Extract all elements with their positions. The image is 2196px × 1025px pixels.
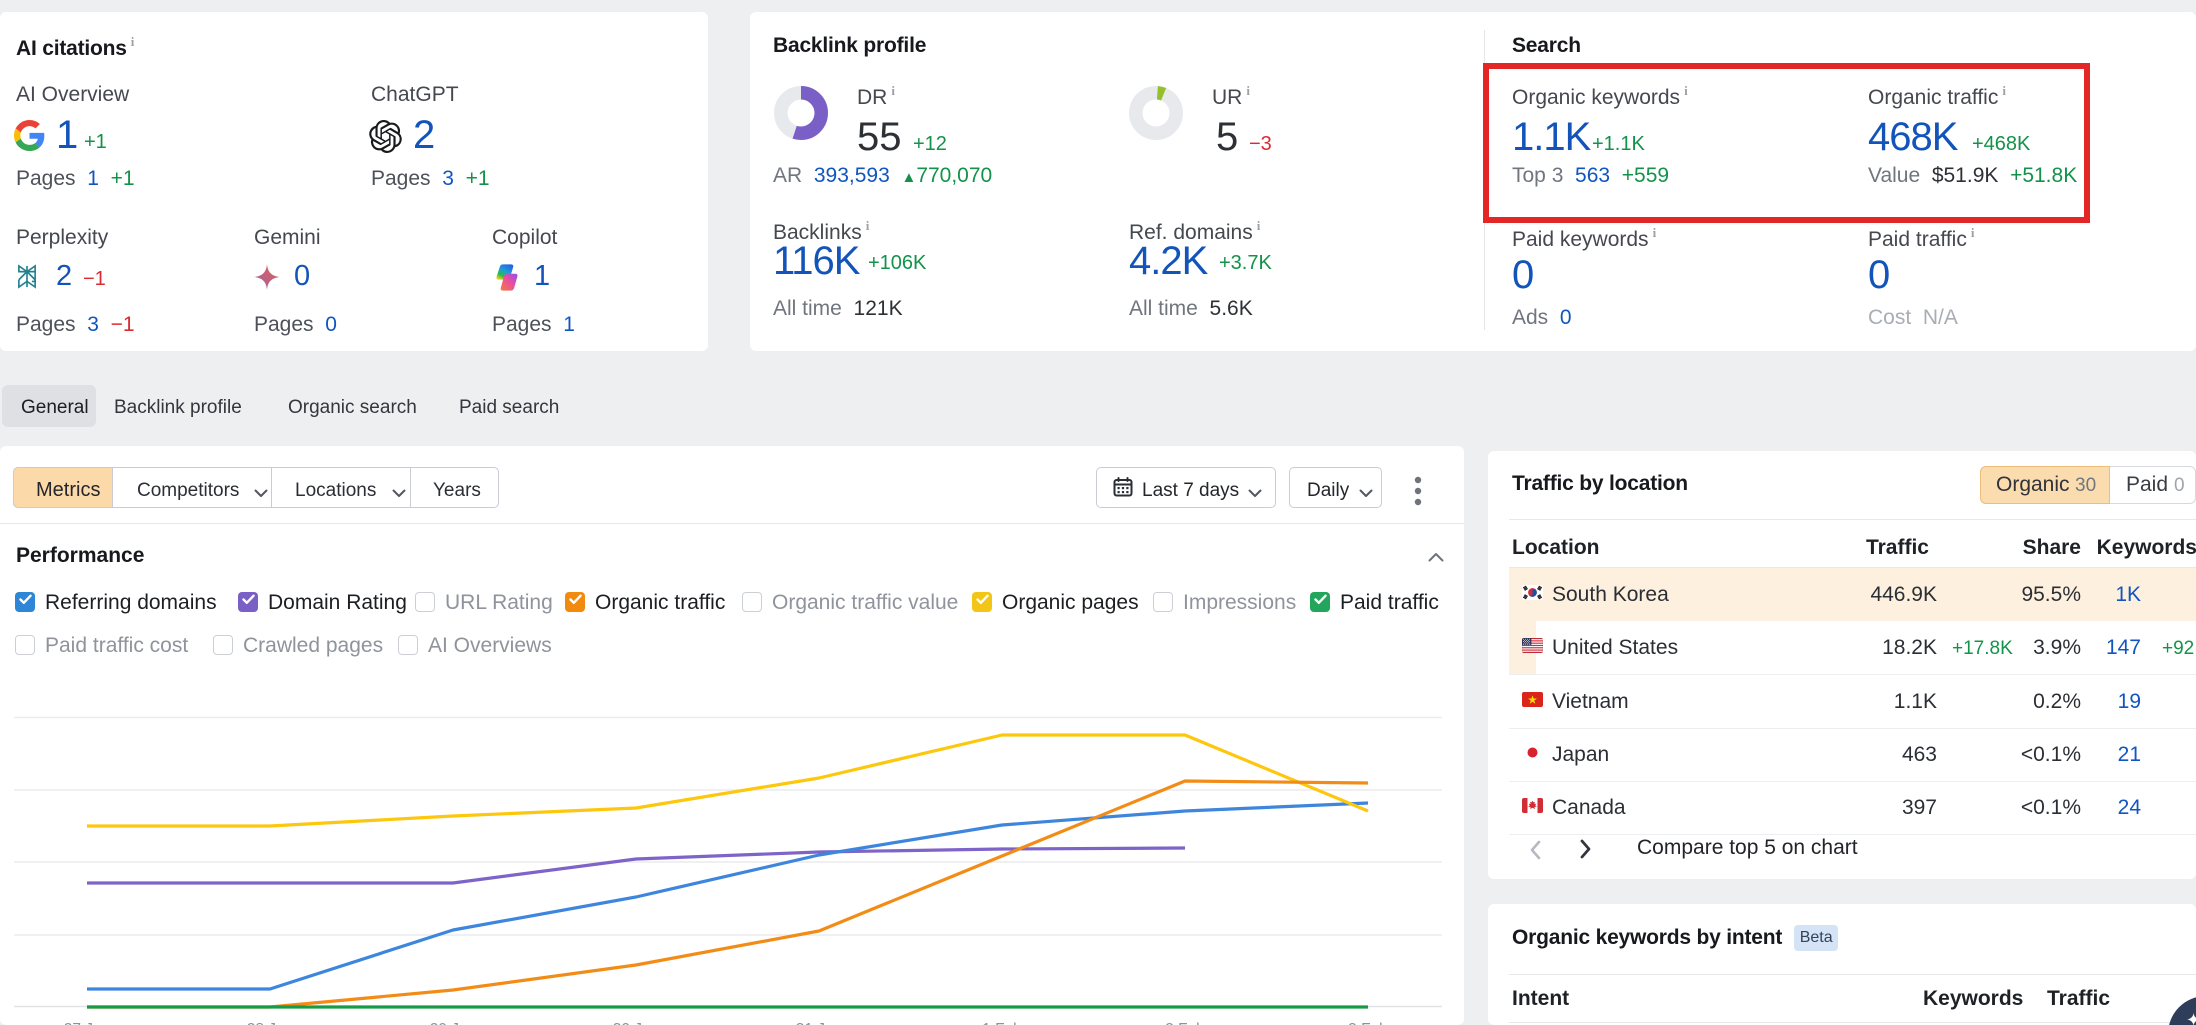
svg-text:29 Jan: 29 Jan [430, 1021, 477, 1025]
svg-text:28 Jan: 28 Jan [247, 1021, 294, 1025]
svg-text:31 Jan: 31 Jan [796, 1021, 843, 1025]
svg-text:2 Feb: 2 Feb [1165, 1021, 1205, 1025]
svg-text:1 Feb: 1 Feb [982, 1021, 1022, 1025]
svg-text:3 Feb: 3 Feb [1348, 1021, 1388, 1025]
svg-text:27 Jan: 27 Jan [64, 1021, 111, 1025]
svg-text:30 Jan: 30 Jan [613, 1021, 660, 1025]
